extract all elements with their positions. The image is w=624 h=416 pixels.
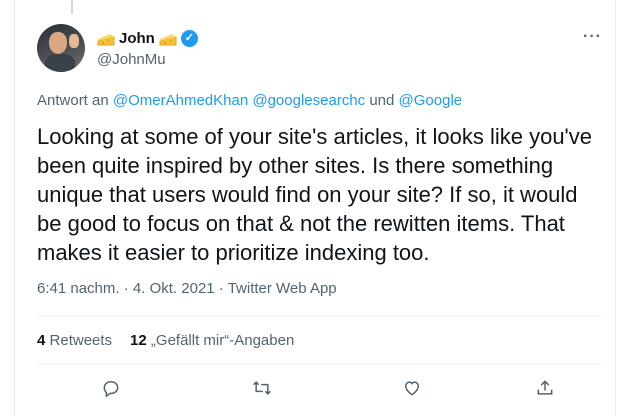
thread-connector-line	[71, 0, 73, 14]
avatar-hand	[69, 34, 79, 48]
tweet-meta: 6:41 nachm. · 4. Okt. 2021 · Twitter Web…	[37, 280, 337, 297]
avatar-body	[45, 54, 75, 72]
reply-to-joiner: und	[369, 92, 395, 109]
retweet-button[interactable]	[244, 372, 280, 408]
retweets-label: Retweets	[49, 332, 113, 349]
retweets-stat[interactable]: 4 Retweets	[37, 332, 112, 349]
reply-button[interactable]	[93, 372, 129, 408]
mention-link[interactable]: @OmerAhmedKhan	[113, 92, 248, 109]
meta-separator: ·	[123, 280, 129, 297]
divider	[37, 364, 603, 365]
retweets-count: 4	[37, 332, 46, 349]
author-name[interactable]: John	[119, 30, 155, 47]
mention-link[interactable]: @googlesearchc	[252, 92, 365, 109]
retweet-icon	[251, 378, 273, 403]
author-name-row[interactable]: John ✓	[97, 30, 198, 47]
meta-separator: ·	[218, 280, 224, 297]
verified-badge-icon: ✓	[180, 30, 198, 47]
mention-link[interactable]: @Google	[399, 92, 463, 109]
reply-to-prefix: Antwort an	[37, 92, 109, 109]
reply-icon	[101, 378, 121, 403]
like-icon	[402, 378, 422, 403]
like-button[interactable]	[394, 372, 430, 408]
more-options-icon[interactable]: ···	[583, 28, 602, 46]
likes-label: „Gefällt mir“-Angaben	[150, 332, 295, 349]
tweet-source[interactable]: Twitter Web App	[228, 280, 337, 297]
tweet-text: Looking at some of your site's articles,…	[37, 124, 592, 265]
cheese-icon	[159, 32, 177, 46]
author-handle[interactable]: @JohnMu	[97, 51, 166, 68]
cheese-icon	[97, 32, 115, 46]
likes-count: 12	[130, 332, 147, 349]
reply-to-line: Antwort an @OmerAhmedKhan @googlesearchc…	[37, 92, 462, 109]
tweet-time[interactable]: 6:41 nachm.	[37, 280, 120, 297]
tweet-stats: 4 Retweets 12 „Gefällt mir“-Angaben	[37, 332, 294, 349]
likes-stat[interactable]: 12 „Gefällt mir“-Angaben	[130, 332, 294, 349]
tweet-date[interactable]: 4. Okt. 2021	[133, 280, 215, 297]
tweet-card: John ✓ @JohnMu ··· Antwort an @OmerAhmed…	[14, 0, 616, 416]
tweet-actions	[37, 372, 603, 408]
avatar-face	[49, 32, 67, 54]
share-button[interactable]	[527, 372, 563, 408]
share-icon	[535, 378, 555, 403]
avatar[interactable]	[37, 24, 85, 72]
divider	[37, 316, 603, 317]
